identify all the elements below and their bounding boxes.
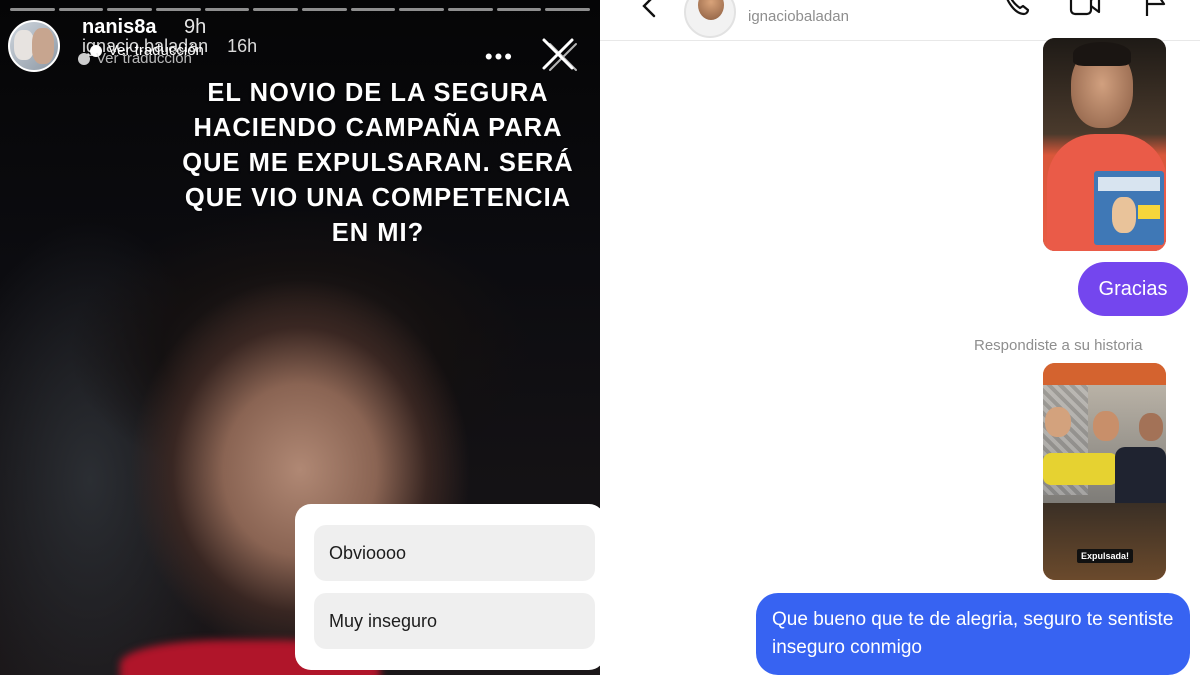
story-header: nanis8a 9h ignacio.baladan 16h Ver tradu… xyxy=(8,16,590,76)
translate-link-secondary[interactable]: Ver traducción xyxy=(78,50,192,67)
translate-label-secondary: Ver traducción xyxy=(96,50,192,67)
story-time-secondary: 16h xyxy=(227,36,258,56)
shared-story-tag: Expulsada! xyxy=(1077,549,1134,563)
video-icon[interactable] xyxy=(1068,0,1102,18)
close-icon[interactable] xyxy=(536,32,580,76)
translate-dot-icon xyxy=(78,52,90,65)
story-username-text: nanis8a xyxy=(82,16,157,38)
story-avatar[interactable] xyxy=(8,20,60,72)
story-time-primary: 9h xyxy=(184,16,207,38)
more-icon[interactable]: ••• xyxy=(485,44,514,70)
back-icon[interactable] xyxy=(638,0,662,18)
shared-story-inset xyxy=(1094,171,1164,245)
story-progress-bar xyxy=(10,8,591,11)
dm-header: ignaciobaladan xyxy=(600,0,1200,41)
message-bubble-last[interactable]: Que bueno que te de alegria, seguro te s… xyxy=(756,593,1190,675)
dm-username[interactable]: ignaciobaladan xyxy=(748,8,849,25)
reply-label: Respondiste a su historia xyxy=(974,337,1143,354)
avatar[interactable] xyxy=(684,0,736,38)
flag-icon[interactable] xyxy=(1140,0,1170,18)
shared-story-thumbnail-2[interactable]: Expulsada! xyxy=(1043,363,1166,580)
message-bubble-gracias[interactable]: Gracias xyxy=(1078,262,1188,316)
call-icon[interactable] xyxy=(1002,0,1032,18)
story-panel: nanis8a 9h ignacio.baladan 16h Ver tradu… xyxy=(0,0,600,675)
poll-option-2[interactable]: Muy inseguro xyxy=(314,593,595,649)
shared-story-thumbnail-1[interactable] xyxy=(1043,38,1166,251)
story-caption: EL NOVIO DE LA SEGURA HACIENDO CAMPAÑA P… xyxy=(182,79,574,247)
poll-option-1[interactable]: Obvioooo xyxy=(314,525,595,581)
story-poll: Obvioooo Muy inseguro xyxy=(295,504,600,670)
dm-panel: ignaciobaladan Gracias Respondiste a su … xyxy=(600,0,1200,675)
